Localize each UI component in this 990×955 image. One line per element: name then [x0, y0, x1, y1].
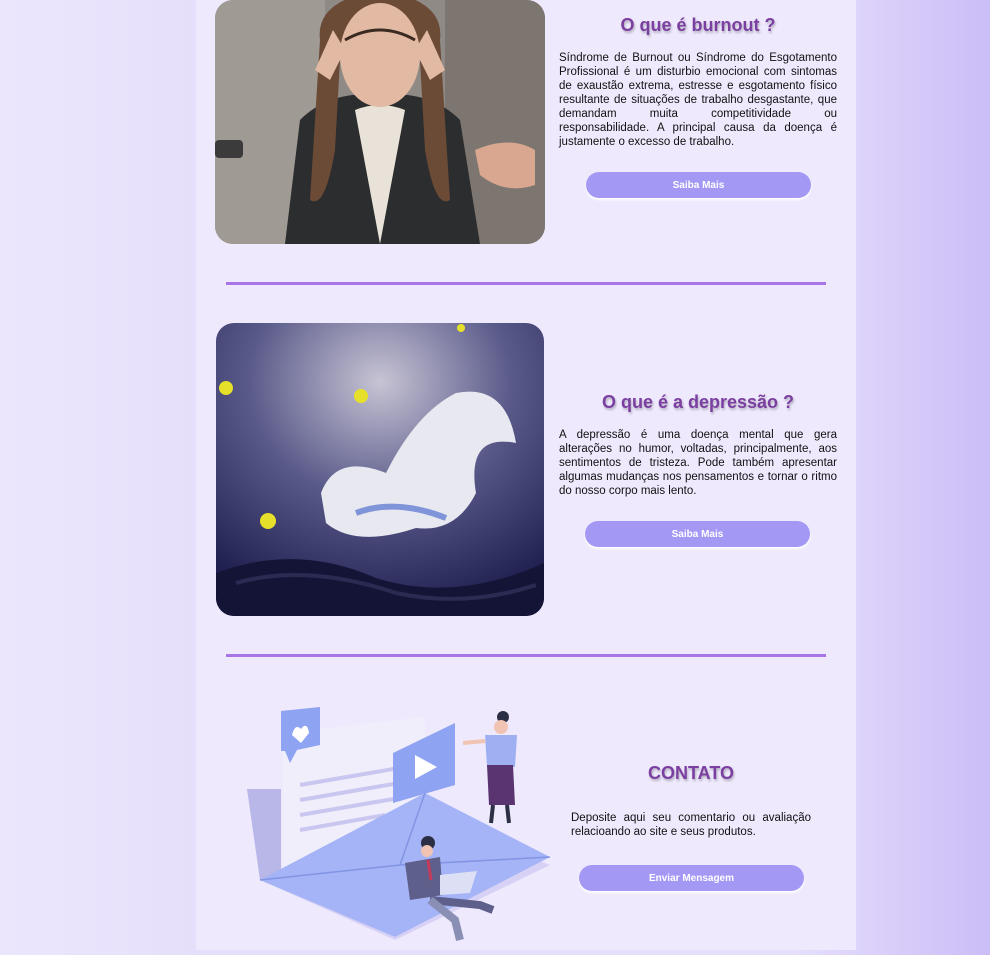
- burnout-image: [215, 0, 545, 244]
- depressao-saiba-mais-button[interactable]: Saiba Mais: [585, 521, 810, 547]
- section-divider: [226, 654, 826, 657]
- burnout-title: O que é burnout ?: [620, 15, 776, 35]
- burnout-text: Síndrome de Burnout ou Síndrome do Esgot…: [559, 52, 837, 148]
- contato-text: Deposite aqui seu comentario ou avaliaçã…: [571, 812, 811, 838]
- enviar-mensagem-button[interactable]: Enviar Mensagem: [579, 865, 804, 891]
- contato-title: CONTATO: [648, 763, 734, 783]
- burnout-saiba-mais-button[interactable]: Saiba Mais: [586, 172, 811, 198]
- section-divider: [226, 282, 826, 285]
- depressao-image: [216, 323, 544, 616]
- depressao-text: A depressão é uma doença mental que gera…: [559, 429, 837, 497]
- contact-illustration: [245, 705, 555, 950]
- depressao-title: O que é a depressão ?: [601, 392, 795, 412]
